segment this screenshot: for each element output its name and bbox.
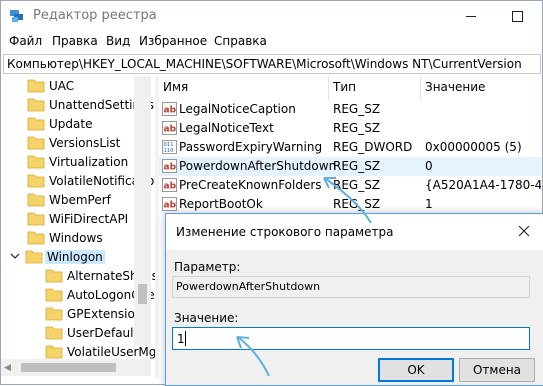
column-header-name[interactable]: Имя — [159, 76, 329, 100]
maximize-button[interactable] — [494, 1, 540, 31]
tree-item-label: Update — [49, 117, 93, 131]
value-type: REG_SZ — [333, 178, 381, 192]
address-bar[interactable]: Компьютер\HKEY_LOCAL_MACHINE\SOFTWARE\Mi… — [3, 54, 541, 74]
list-row-precreateknownfolders[interactable]: ab PreCreateKnownFolders REG_SZ {A520A1A… — [159, 176, 541, 195]
value-name: LegalNoticeText — [179, 121, 274, 135]
ok-button[interactable]: OK — [378, 358, 454, 382]
window-title: Редактор реестра — [33, 8, 157, 23]
minimize-button[interactable] — [448, 1, 494, 31]
menu-bar: Файл Правка Вид Избранное Справка — [1, 31, 542, 51]
tree-item-label: VersionsList — [49, 136, 121, 150]
tree-horizontal-scrollbar[interactable]: ◀ — [1, 359, 151, 376]
ab-string-icon: ab — [162, 159, 177, 173]
binary-value-icon: 011110 — [162, 140, 177, 154]
list-row-reportbootok[interactable]: ab ReportBootOk REG_SZ 1 — [159, 195, 541, 214]
menu-edit[interactable]: Правка — [52, 34, 98, 48]
open-folder-icon — [25, 250, 43, 264]
dialog-body: Параметр: PowerdownAfterShutdown Значени… — [166, 250, 543, 385]
value-type: REG_SZ — [333, 121, 381, 135]
edit-string-dialog: Изменение строкового параметра Параметр:… — [165, 213, 543, 386]
value-data: 0 — [425, 159, 433, 173]
chevron-down-icon[interactable] — [9, 250, 21, 262]
scrollbar-thumb[interactable] — [138, 284, 147, 304]
registry-editor-icon — [10, 10, 23, 22]
tree-vertical-scrollbar[interactable] — [134, 76, 151, 346]
tree-item-label: Virtualization — [49, 155, 129, 169]
registry-editor-window: Редактор реестра Файл Правка Вид Избранн… — [0, 0, 543, 386]
value-data: 1 — [425, 197, 433, 211]
svg-text:ab: ab — [164, 125, 177, 135]
parameter-name-field: PowerdownAfterShutdown — [172, 276, 530, 298]
value-data-input[interactable]: 1 — [172, 327, 530, 350]
ab-string-icon: ab — [162, 197, 177, 211]
folder-icon — [45, 345, 63, 359]
value-name: PowerdownAfterShutdown — [179, 159, 337, 173]
close-icon[interactable] — [511, 220, 537, 242]
list-row-powerdownaftershutdown[interactable]: ab PowerdownAfterShutdown REG_SZ 0 — [159, 157, 541, 176]
folder-icon — [27, 117, 45, 131]
folder-icon — [45, 269, 63, 283]
dialog-title: Изменение строкового параметра — [176, 225, 394, 239]
scroll-left-arrow-icon[interactable]: ◀ — [4, 363, 11, 373]
tree-item-winlogon[interactable]: Winlogon — [1, 247, 134, 267]
value-name: ReportBootOk — [179, 197, 263, 211]
list-row-passwordexpirywarning[interactable]: 011 110 PasswordExpiryWarning REG_DWORD 0… — [159, 138, 541, 157]
folder-icon — [27, 136, 45, 150]
list-row-legalnoticetext[interactable]: ab LegalNoticeText REG_SZ — [159, 119, 541, 138]
value-type: REG_SZ — [333, 159, 381, 173]
folder-icon — [27, 193, 45, 207]
svg-text:ab: ab — [164, 106, 177, 116]
ab-string-icon: ab — [162, 121, 177, 135]
value-type: REG_SZ — [333, 197, 381, 211]
ab-string-icon: ab — [162, 178, 177, 192]
menu-view[interactable]: Вид — [106, 34, 130, 48]
value-name: LegalNoticeCaption — [179, 102, 296, 116]
value-name: PreCreateKnownFolders — [179, 178, 322, 192]
folder-icon — [27, 98, 45, 112]
value-type: REG_SZ — [333, 102, 381, 116]
value-type: REG_DWORD — [333, 140, 413, 154]
folder-icon — [27, 155, 45, 169]
menu-favorites[interactable]: Избранное — [139, 34, 207, 48]
svg-text:ab: ab — [164, 201, 177, 211]
tree-item-label: Windows — [49, 231, 103, 245]
value-data: {A520A1A4-1780-4FF6-BD18-167343C5AF16} — [425, 178, 541, 192]
menu-help[interactable]: Справка — [214, 34, 267, 48]
values-list: Имя Тип Значение ab LegalNoticeCaption R… — [159, 76, 541, 216]
tree-item-label: Winlogon — [45, 250, 105, 264]
list-row-legalnoticecaption[interactable]: ab LegalNoticeCaption REG_SZ — [159, 100, 541, 119]
menu-file[interactable]: Файл — [9, 34, 42, 48]
text-caret — [185, 331, 186, 346]
tree-item-label: UserDefaults — [67, 326, 145, 340]
folder-icon — [45, 307, 63, 321]
tree-item-label: UAC — [49, 79, 75, 93]
column-header-type[interactable]: Тип — [329, 76, 421, 100]
cancel-button[interactable]: Отмена — [459, 358, 535, 382]
tree-item-label: VolatileUserMgrKey — [67, 345, 155, 359]
folder-icon — [45, 288, 63, 302]
svg-text:ab: ab — [164, 182, 177, 192]
value-label: Значение: — [174, 311, 239, 325]
parameter-label: Параметр: — [174, 260, 241, 274]
svg-text:ab: ab — [164, 163, 177, 173]
folder-icon — [27, 79, 45, 93]
value-data-text: 1 — [177, 332, 185, 346]
column-header-value[interactable]: Значение — [421, 76, 541, 100]
parameter-name-value: PowerdownAfterShutdown — [176, 280, 321, 293]
folder-icon — [45, 326, 63, 340]
tree-item-label: WbemPerf — [49, 193, 111, 207]
folder-icon — [27, 231, 45, 245]
title-bar: Редактор реестра — [1, 1, 542, 31]
svg-text:110: 110 — [164, 148, 174, 154]
key-tree-pane: UAC UnattendSettings Update VersionsList… — [1, 76, 155, 378]
scrollbar-thumb[interactable] — [21, 363, 116, 372]
tree-item-label: WiFiDirectAPI — [49, 212, 129, 226]
address-path: Компьютер\HKEY_LOCAL_MACHINE\SOFTWARE\Mi… — [7, 57, 522, 71]
folder-icon — [27, 174, 45, 188]
value-name: PasswordExpiryWarning — [179, 140, 323, 154]
value-data: 0x00000005 (5) — [425, 140, 522, 154]
folder-icon — [27, 212, 45, 226]
ab-string-icon: ab — [162, 102, 177, 116]
